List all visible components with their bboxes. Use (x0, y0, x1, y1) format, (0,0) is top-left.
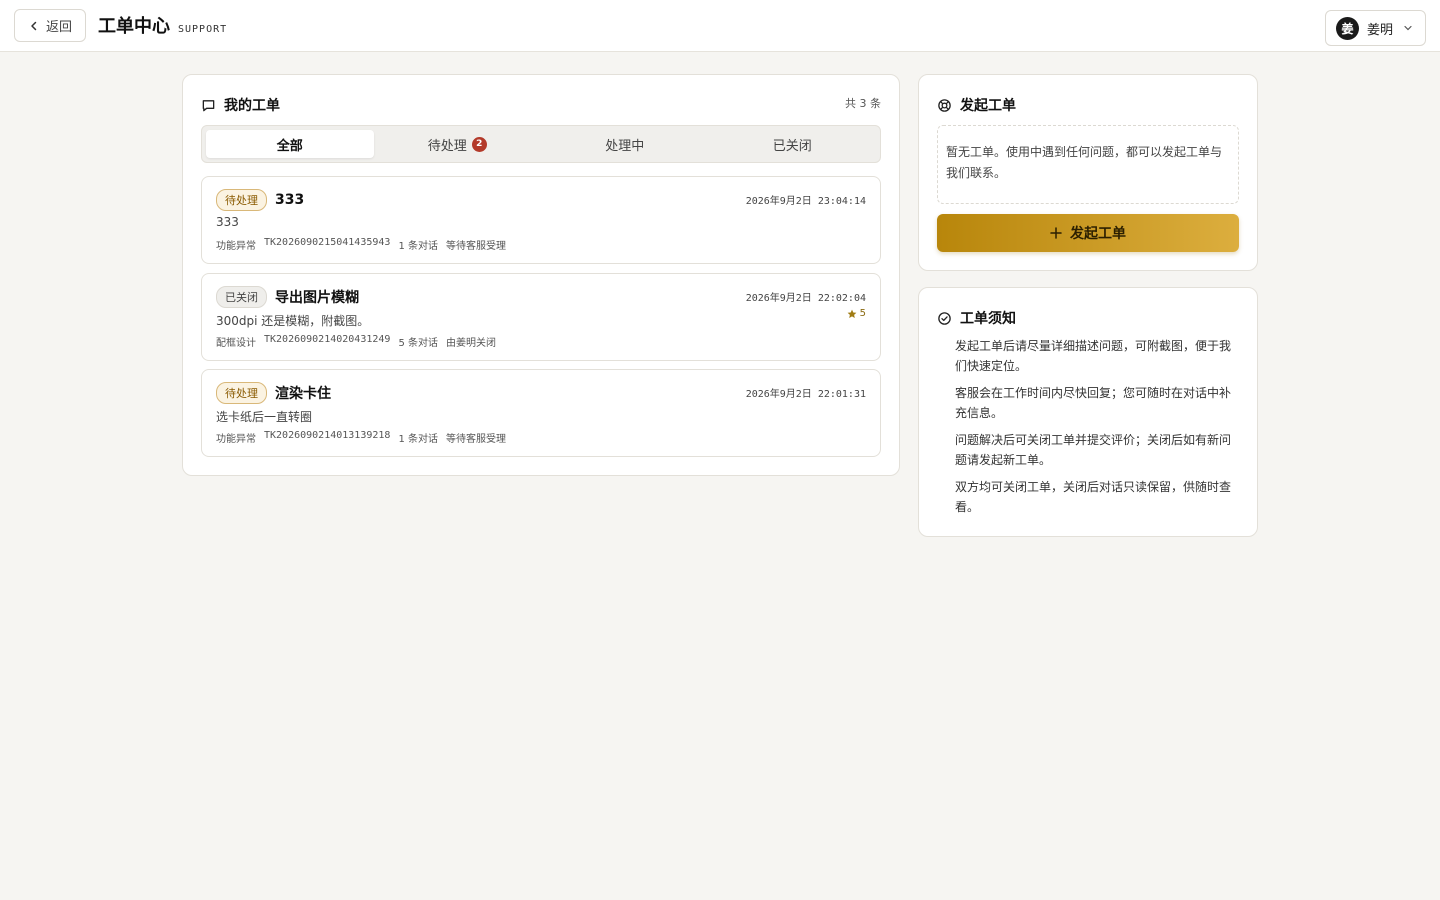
create-ticket-label: 发起工单 (1070, 226, 1126, 242)
empty-state-message: 暂无工单。使用中遇到任何问题，都可以发起工单与我们联系。 (937, 125, 1239, 204)
my-tickets-header: 我的工单 (201, 95, 280, 115)
user-menu-button[interactable]: 姜 姜明 (1325, 10, 1426, 46)
status-badge: 待处理 (216, 189, 267, 211)
ticket-state: 等待客服受理 (445, 434, 506, 445)
ticket-time: 2026年9月2日 22:02:04 (745, 293, 866, 304)
new-ticket-header: 发起工单 (937, 95, 1016, 115)
ticket-title: 333 (275, 192, 305, 208)
notice-item: 问题解决后可关闭工单并提交评价；关闭后如有新问题请发起新工单。 (955, 433, 1232, 467)
notice-item: 客服会在工作时间内尽快回复；您可随时在对话中补充信息。 (955, 386, 1232, 420)
chevron-left-icon (31, 21, 37, 30)
notice-title: 工单须知 (960, 311, 1016, 327)
user-name: 姜明 (1367, 22, 1394, 38)
page-title-group: 工单中心 SUPPORT (98, 12, 227, 38)
ticket-description: 333 (216, 215, 239, 229)
tab-label: 已关闭 (772, 138, 812, 154)
ticket-filter-tabs: 全部 待处理 2 处理中 已关闭 (201, 125, 881, 163)
my-tickets-title: 我的工单 (224, 98, 280, 114)
ticket-description: 300dpi 还是模糊，附截图。 (216, 314, 370, 328)
pending-count-badge: 2 (471, 136, 487, 152)
status-badge: 已关闭 (216, 286, 267, 308)
ticket-item[interactable]: 已关闭 导出图片模糊 2026年9月2日 22:02:04 5 300dpi 还… (201, 273, 881, 361)
my-tickets-panel: 我的工单 共 3 条 全部 待处理 2 处理中 已关闭 待处理 333 2026… (182, 74, 900, 476)
rating-value: 5 (859, 308, 866, 319)
back-button-label: 返回 (45, 20, 72, 35)
notice-item: 双方均可关闭工单，关闭后对话只读保留，供随时查看。 (955, 480, 1232, 514)
page-subtitle: SUPPORT (178, 24, 228, 35)
notice-header: 工单须知 (937, 308, 1016, 328)
ticket-notice-panel: 工单须知 发起工单后请尽量详细描述问题，可附截图，便于我们快速定位。 客服会在工… (918, 287, 1258, 537)
message-square-icon (202, 99, 215, 111)
tab-pending[interactable]: 待处理 2 (374, 130, 542, 158)
ticket-state: 等待客服受理 (445, 241, 506, 252)
new-ticket-panel: 发起工单 暂无工单。使用中遇到任何问题，都可以发起工单与我们联系。 发起工单 (918, 74, 1258, 271)
tab-all[interactable]: 全部 (206, 130, 374, 158)
plus-icon (1050, 227, 1062, 239)
ticket-meta: 功能异常 TK2026090214013139218 1 条对话 等待客服受理 (216, 430, 506, 445)
status-badge: 待处理 (216, 382, 267, 404)
ticket-category: 功能异常 (216, 434, 256, 445)
tab-label: 处理中 (605, 138, 645, 154)
avatar: 姜 (1336, 16, 1359, 40)
back-button[interactable]: 返回 (14, 9, 86, 42)
tab-processing[interactable]: 处理中 (541, 130, 709, 158)
ticket-id: TK2026090214020431249 (264, 334, 391, 345)
new-ticket-title: 发起工单 (960, 98, 1016, 114)
tab-closed[interactable]: 已关闭 (709, 130, 877, 158)
check-circle-icon (938, 311, 951, 325)
notice-list: 发起工单后请尽量详细描述问题，可附截图，便于我们快速定位。 客服会在工作时间内尽… (955, 336, 1235, 524)
chevron-down-icon (1404, 25, 1412, 31)
top-bar: 返回 工单中心 SUPPORT 姜 姜明 (0, 0, 1440, 52)
tab-label: 待处理 (427, 138, 467, 154)
ticket-meta: 功能异常 TK2026090215041435943 1 条对话 等待客服受理 (216, 237, 506, 252)
lifebuoy-icon (938, 98, 951, 112)
ticket-replies: 5 条对话 (398, 338, 438, 349)
notice-item: 发起工单后请尽量详细描述问题，可附截图，便于我们快速定位。 (955, 339, 1232, 373)
create-ticket-button[interactable]: 发起工单 (937, 214, 1239, 252)
tab-label: 全部 (276, 138, 303, 154)
ticket-description: 选卡纸后一直转圈 (216, 410, 313, 424)
ticket-rating: 5 (847, 308, 866, 319)
ticket-time: 2026年9月2日 22:01:31 (745, 389, 866, 400)
star-icon (847, 309, 857, 318)
ticket-id: TK2026090215041435943 (264, 237, 391, 248)
ticket-state: 由姜明关闭 (445, 338, 496, 349)
ticket-title: 渲染卡住 (275, 386, 331, 402)
ticket-item[interactable]: 待处理 333 2026年9月2日 23:04:14 333 功能异常 TK20… (201, 176, 881, 264)
ticket-count: 共 3 条 (845, 97, 881, 110)
ticket-replies: 1 条对话 (398, 434, 438, 445)
page-title: 工单中心 (98, 16, 170, 37)
ticket-item[interactable]: 待处理 渲染卡住 2026年9月2日 22:01:31 选卡纸后一直转圈 功能异… (201, 369, 881, 457)
ticket-id: TK2026090214013139218 (264, 430, 391, 441)
ticket-meta: 配框设计 TK2026090214020431249 5 条对话 由姜明关闭 (216, 334, 496, 349)
ticket-replies: 1 条对话 (398, 241, 438, 252)
ticket-category: 功能异常 (216, 241, 256, 252)
ticket-title: 导出图片模糊 (275, 290, 359, 306)
ticket-time: 2026年9月2日 23:04:14 (745, 196, 866, 207)
ticket-category: 配框设计 (216, 338, 256, 349)
